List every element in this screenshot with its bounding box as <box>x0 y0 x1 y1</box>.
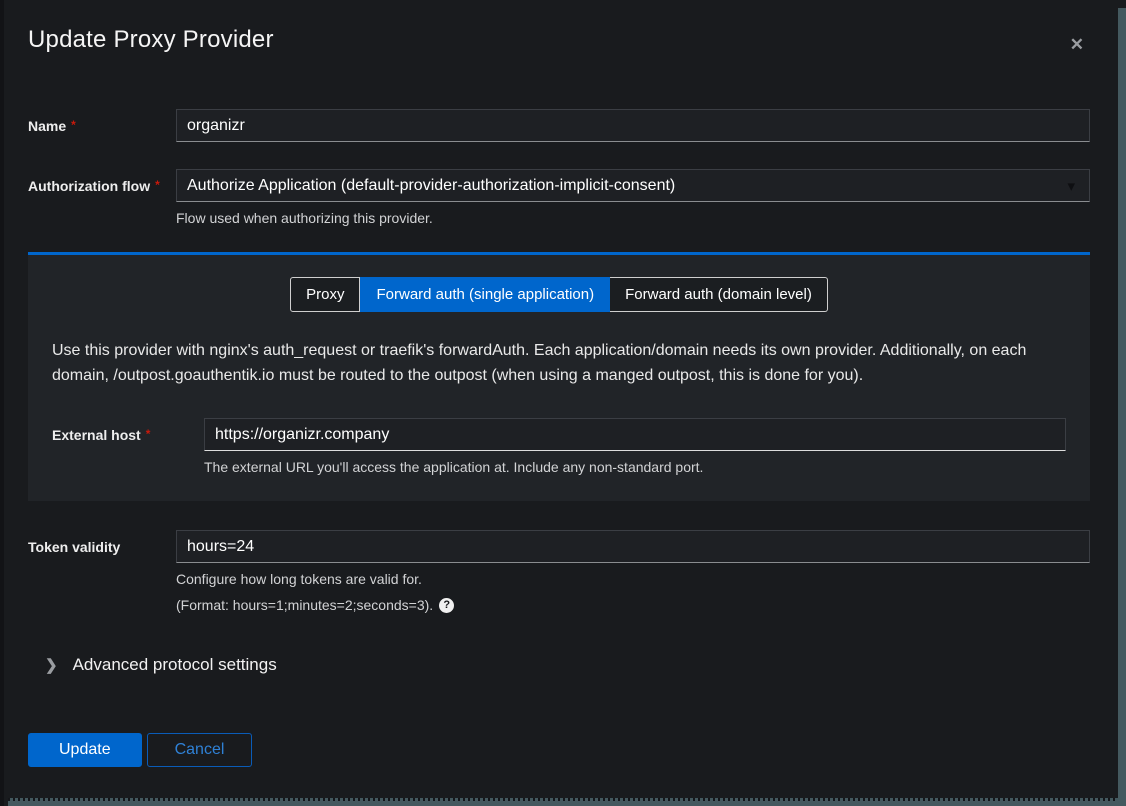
token-validity-format-help: (Format: hours=1;minutes=2;seconds=3). ? <box>176 597 1090 613</box>
authorization-flow-row: Authorization flow * Authorize Applicatio… <box>28 169 1090 226</box>
token-validity-help: Configure how long tokens are valid for. <box>176 571 1090 587</box>
external-host-label: External host * <box>52 418 204 443</box>
tab-forward-auth-single-application[interactable]: Forward auth (single application) <box>360 277 610 312</box>
update-button[interactable]: Update <box>28 733 142 767</box>
advanced-protocol-settings-label: Advanced protocol settings <box>73 655 277 675</box>
proxy-mode-card: Proxy Forward auth (single application) … <box>28 252 1090 501</box>
external-host-control: The external URL you'll access the appli… <box>204 418 1066 475</box>
cancel-button[interactable]: Cancel <box>147 733 253 767</box>
tab-forward-auth-domain-level[interactable]: Forward auth (domain level) <box>610 277 828 312</box>
external-host-help: The external URL you'll access the appli… <box>204 459 1066 475</box>
token-validity-format-text: (Format: hours=1;minutes=2;seconds=3). <box>176 597 433 613</box>
authorization-flow-selected-value: Authorize Application (default-provider-… <box>187 177 675 195</box>
required-asterisk: * <box>155 178 160 192</box>
advanced-protocol-settings-toggle[interactable]: ❯ Advanced protocol settings <box>28 655 1090 675</box>
caret-down-icon: ▾ <box>1067 177 1075 195</box>
external-host-row: External host * The external URL you'll a… <box>52 418 1066 475</box>
name-input[interactable] <box>176 109 1090 142</box>
external-host-label-text: External host <box>52 427 141 443</box>
required-asterisk: * <box>71 118 76 132</box>
proxy-mode-toggle-group: Proxy Forward auth (single application) … <box>52 277 1066 312</box>
help-icon[interactable]: ? <box>439 598 454 613</box>
name-label-text: Name <box>28 118 66 134</box>
name-field-row: Name * <box>28 109 1090 142</box>
authorization-flow-control: Authorize Application (default-provider-… <box>176 169 1090 226</box>
token-validity-input[interactable] <box>176 530 1090 563</box>
window-shadow-right <box>1118 8 1126 806</box>
token-validity-row: Token validity Configure how long tokens… <box>28 530 1090 613</box>
external-host-input[interactable] <box>204 418 1066 451</box>
mode-description: Use this provider with nginx's auth_requ… <box>52 338 1066 388</box>
authorization-flow-help: Flow used when authorizing this provider… <box>176 210 1090 226</box>
token-validity-control: Configure how long tokens are valid for.… <box>176 530 1090 613</box>
screen: Update Proxy Provider ✕ Name * Authorizat… <box>0 0 1126 806</box>
modal-header: Update Proxy Provider ✕ <box>28 26 1090 59</box>
modal-title: Update Proxy Provider <box>28 26 274 54</box>
authorization-flow-label: Authorization flow * <box>28 169 176 194</box>
close-icon[interactable]: ✕ <box>1064 30 1090 59</box>
name-label: Name * <box>28 109 176 134</box>
window-shadow-bottom <box>8 798 1118 806</box>
chevron-right-icon: ❯ <box>45 656 58 674</box>
tab-proxy[interactable]: Proxy <box>290 277 360 312</box>
token-validity-label: Token validity <box>28 530 176 555</box>
authorization-flow-select[interactable]: Authorize Application (default-provider-… <box>176 169 1090 202</box>
modal-footer: Update Cancel <box>28 733 1090 767</box>
required-asterisk: * <box>146 427 151 441</box>
authorization-flow-label-text: Authorization flow <box>28 178 150 194</box>
update-proxy-provider-modal: Update Proxy Provider ✕ Name * Authorizat… <box>4 0 1118 798</box>
